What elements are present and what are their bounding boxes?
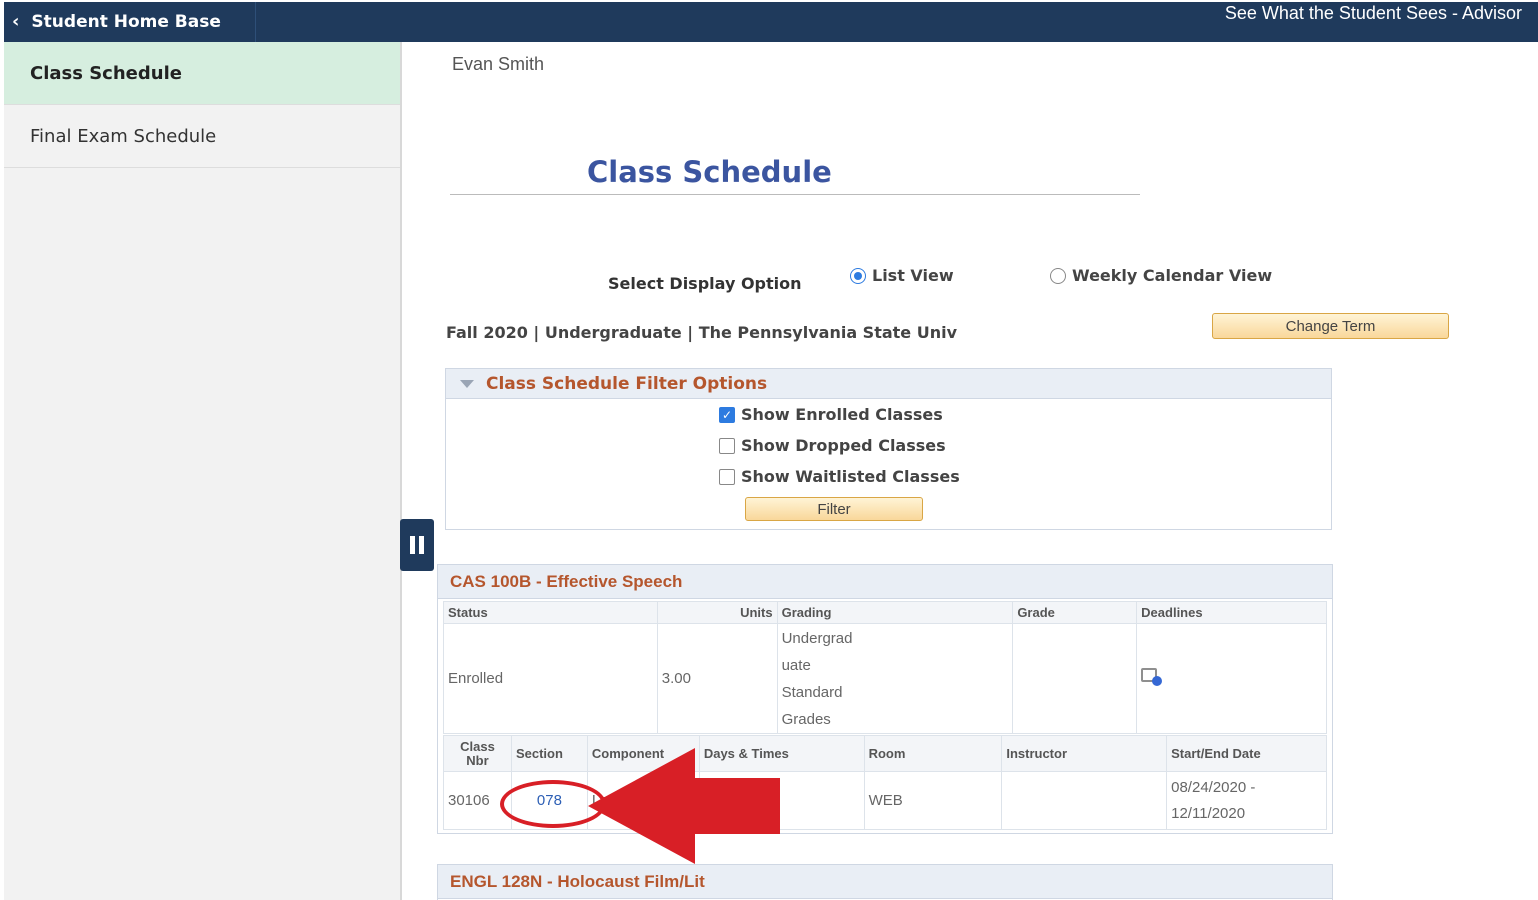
sidebar: Class Schedule Final Exam Schedule bbox=[4, 42, 402, 900]
page-title: Class Schedule bbox=[587, 155, 832, 189]
column-header-units: Units bbox=[656, 601, 778, 624]
filter-button[interactable]: Filter bbox=[745, 497, 923, 521]
column-header-grading: Grading bbox=[776, 601, 1014, 624]
list-view-radio[interactable]: List View bbox=[850, 266, 954, 285]
advisor-view-title: See What the Student Sees - Advisor bbox=[1224, 3, 1522, 23]
column-header-grade: Grade bbox=[1012, 601, 1138, 624]
column-header-deadlines: Deadlines bbox=[1136, 601, 1327, 624]
course-panel: ENGL 128N - Holocaust Film/Lit bbox=[437, 864, 1333, 900]
checkbox-checked-icon: ✓ bbox=[719, 406, 735, 423]
student-home-base-button[interactable]: ‹ Student Home Base bbox=[4, 2, 256, 42]
radio-selected-icon bbox=[850, 267, 866, 284]
filter-options-title: Class Schedule Filter Options bbox=[486, 373, 768, 394]
column-header-section: Section bbox=[510, 735, 588, 772]
weekly-calendar-view-label: Weekly Calendar View bbox=[1072, 266, 1273, 285]
show-enrolled-checkbox[interactable]: ✓ Show Enrolled Classes bbox=[719, 405, 943, 424]
column-header-room: Room bbox=[863, 735, 1003, 772]
status-value: Enrolled bbox=[443, 623, 658, 734]
sidebar-collapse-button[interactable] bbox=[400, 519, 434, 571]
deadlines-cell bbox=[1136, 623, 1327, 734]
column-header-status: Status bbox=[443, 601, 658, 624]
sidebar-item-class-schedule[interactable]: Class Schedule bbox=[4, 42, 400, 105]
checkbox-unchecked-icon bbox=[719, 437, 735, 454]
collapse-triangle-icon bbox=[460, 379, 474, 388]
change-term-button[interactable]: Change Term bbox=[1212, 313, 1449, 339]
top-nav-bar: ‹ Student Home Base See What the Student… bbox=[4, 2, 1538, 42]
grading-value: Undergrad uate Standard Grades bbox=[776, 623, 1014, 734]
red-arrow-annotation bbox=[588, 748, 780, 864]
grading-line: Standard bbox=[781, 683, 843, 701]
end-date: 12/11/2020 bbox=[1171, 804, 1246, 822]
display-option-label: Select Display Option bbox=[608, 274, 802, 293]
show-dropped-label: Show Dropped Classes bbox=[741, 436, 946, 455]
chevron-left-icon: ‹ bbox=[12, 11, 20, 32]
column-header-class-nbr: Class Nbr bbox=[443, 735, 512, 772]
term-info: Fall 2020 | Undergraduate | The Pennsylv… bbox=[446, 323, 958, 342]
list-view-label: List View bbox=[872, 266, 954, 285]
course-title: CAS 100B - Effective Speech bbox=[438, 565, 1332, 599]
student-name: Evan Smith bbox=[452, 54, 545, 74]
filter-options-header[interactable]: Class Schedule Filter Options bbox=[446, 369, 1331, 399]
radio-unselected-icon bbox=[1050, 267, 1066, 284]
deadlines-calendar-icon[interactable] bbox=[1141, 667, 1163, 686]
instructor-value bbox=[1001, 771, 1168, 830]
sidebar-item-final-exam-schedule[interactable]: Final Exam Schedule bbox=[4, 105, 400, 168]
grading-line: Undergrad bbox=[781, 629, 853, 647]
start-date: 08/24/2020 - bbox=[1171, 778, 1256, 796]
grade-value bbox=[1012, 623, 1138, 734]
room-value: WEB bbox=[863, 771, 1003, 830]
show-waitlisted-label: Show Waitlisted Classes bbox=[741, 467, 960, 486]
show-waitlisted-checkbox[interactable]: Show Waitlisted Classes bbox=[719, 467, 960, 486]
start-end-date-value: 08/24/2020 - 12/11/2020 bbox=[1166, 771, 1327, 830]
column-header-instructor: Instructor bbox=[1001, 735, 1168, 772]
grading-line: Grades bbox=[781, 710, 831, 728]
enrollment-status-table: Status Units Grading Grade Deadlines Enr… bbox=[443, 601, 1327, 734]
title-divider bbox=[450, 194, 1140, 195]
sidebar-item-label: Final Exam Schedule bbox=[30, 125, 217, 147]
column-header-start-end-date: Start/End Date bbox=[1166, 735, 1327, 772]
home-base-label: Student Home Base bbox=[31, 12, 221, 32]
filter-options-panel: Class Schedule Filter Options ✓ Show Enr… bbox=[445, 368, 1332, 530]
grading-line: uate bbox=[781, 656, 811, 674]
sidebar-item-label: Class Schedule bbox=[30, 62, 182, 84]
units-value: 3.00 bbox=[656, 623, 778, 734]
checkbox-unchecked-icon bbox=[719, 468, 735, 485]
show-enrolled-label: Show Enrolled Classes bbox=[741, 405, 943, 424]
course-title: ENGL 128N - Holocaust Film/Lit bbox=[438, 865, 1332, 899]
weekly-calendar-view-radio[interactable]: Weekly Calendar View bbox=[1050, 266, 1272, 285]
pause-icon bbox=[408, 536, 426, 554]
show-dropped-checkbox[interactable]: Show Dropped Classes bbox=[719, 436, 946, 455]
